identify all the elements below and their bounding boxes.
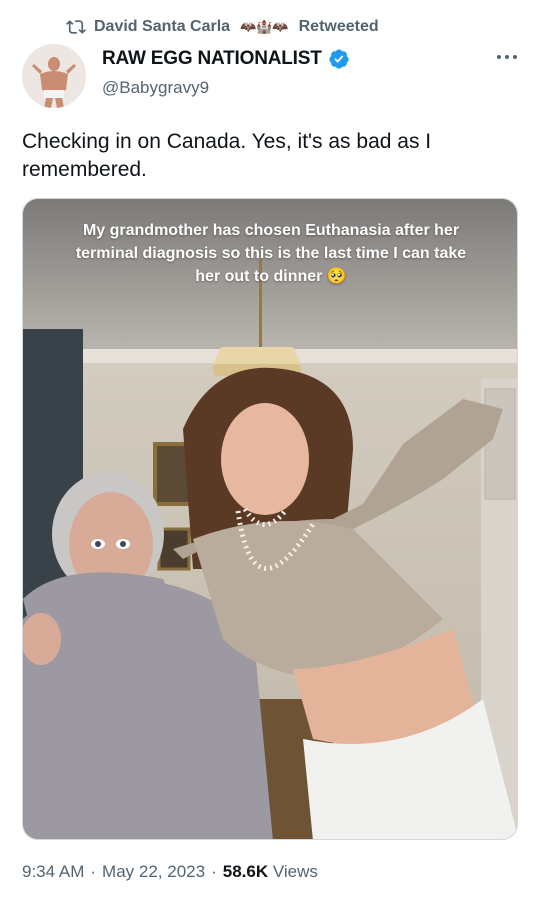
meta-separator: · [90, 862, 97, 881]
tweet-time[interactable]: 9:34 AM [22, 862, 84, 882]
retweet-context[interactable]: David Santa Carla 🦇🏰🦇 Retweeted [66, 17, 379, 37]
tweet-text: Checking in on Canada. Yes, it's as bad … [22, 130, 432, 181]
meta-separator: · [211, 862, 217, 881]
author-display-name[interactable]: RAW EGG NATIONALIST [102, 48, 322, 70]
retweet-label: Retweeted [298, 18, 379, 35]
media-photo [23, 199, 517, 839]
author-handle[interactable]: @Babygravy9 [102, 78, 350, 98]
author-block: RAW EGG NATIONALIST @Babygravy9 [102, 48, 350, 98]
views-label: Views [272, 862, 318, 881]
tweet-media[interactable]: My grandmother has chosen Euthanasia aft… [22, 198, 518, 840]
retweet-icon [66, 20, 86, 34]
views-count: 58.6K [222, 862, 269, 881]
media-caption: My grandmother has chosen Euthanasia aft… [75, 222, 467, 285]
more-options-icon[interactable] [496, 52, 518, 62]
retweeter-name[interactable]: David Santa Carla [94, 18, 230, 36]
tweet-meta: 9:34 AM · May 22, 2023 · 58.6K Views [22, 862, 318, 882]
avatar[interactable] [22, 44, 86, 108]
tweet-date[interactable]: May 22, 2023 [102, 862, 205, 882]
retweeter-emoji: 🦇🏰🦇 [240, 19, 289, 34]
avatar-image [22, 44, 86, 108]
verified-badge-icon[interactable] [328, 48, 350, 70]
